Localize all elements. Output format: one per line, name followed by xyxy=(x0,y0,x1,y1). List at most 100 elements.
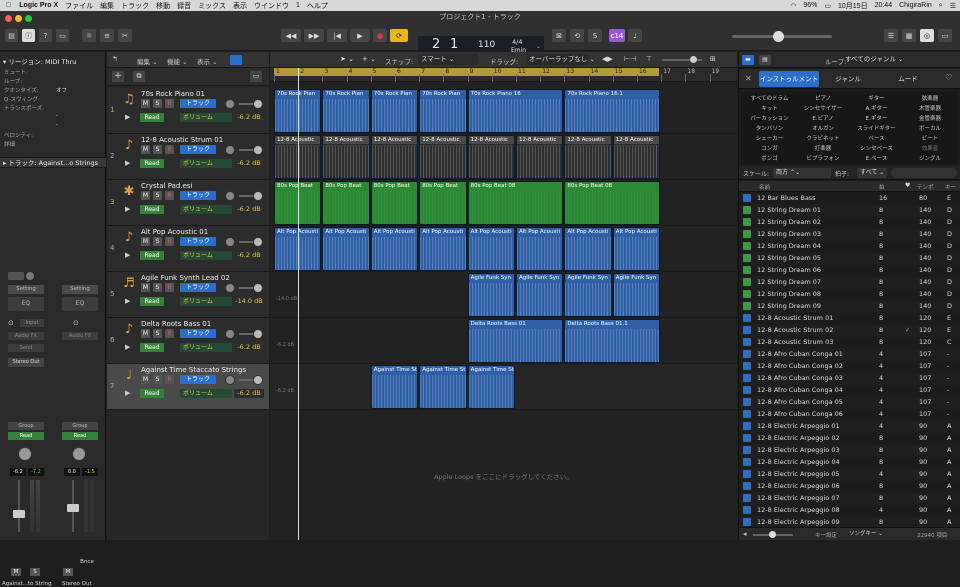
track-header[interactable]: 3 ✱ Crystal Pad.esi M S R トラック ▶ Read ボリューム -6.2 d… xyxy=(107,180,269,226)
loop-item[interactable]: 12-8 Electric Arpeggio 05 4 90 A xyxy=(739,469,960,481)
category-button[interactable]: 弦楽器 xyxy=(904,94,957,102)
inspector-param-row[interactable]: - xyxy=(4,113,104,122)
playhead[interactable] xyxy=(298,68,299,540)
audio-region[interactable]: Alt Pop Acousti xyxy=(370,227,419,271)
automation-parameter[interactable]: ボリューム xyxy=(180,205,232,214)
count-in-button[interactable]: c14 xyxy=(609,29,625,42)
track-header[interactable]: 6 ♪ Delta Roots Bass 01 M S R トラック ▶ Read ボリューム -6… xyxy=(107,318,269,364)
minimize-window-button[interactable] xyxy=(15,15,22,22)
audio-region[interactable]: 12-8 Acoustic xyxy=(516,135,564,179)
view-menu[interactable]: 表示 ⌄ xyxy=(197,56,218,66)
strip1-automation-read[interactable]: Read xyxy=(8,432,44,440)
loop-view-button-a[interactable]: ▬ xyxy=(742,55,754,65)
audio-region[interactable]: 12-8 Acoustic xyxy=(419,135,467,179)
track-pan-knob[interactable] xyxy=(225,329,235,339)
inspector-param-row[interactable]: トランスポーズ: xyxy=(4,104,104,113)
record-enable-button[interactable]: R xyxy=(165,283,174,292)
audio-region[interactable]: 70s Rock Pian xyxy=(322,89,370,133)
inspector-param-row[interactable]: Q-スウィング: xyxy=(4,95,104,104)
automation-read[interactable]: Read xyxy=(140,343,164,352)
category-button[interactable]: シンセサイザー xyxy=(797,104,850,112)
category-button[interactable]: ベース xyxy=(850,134,903,142)
automation-read[interactable]: Read xyxy=(140,389,164,398)
solo-button[interactable]: S xyxy=(153,329,162,338)
strip1-link-icon[interactable]: ⊙ xyxy=(8,319,18,327)
spotlight-icon[interactable]: ⌕ xyxy=(939,2,943,10)
category-button[interactable]: E.ピアノ xyxy=(797,114,850,122)
menubar-user[interactable]: ChigiraRin xyxy=(899,2,932,9)
solo-button[interactable]: S xyxy=(588,29,602,42)
audio-region[interactable]: Delta Roots Bass 01.1 xyxy=(564,319,661,363)
menu-help[interactable]: ヘルプ xyxy=(307,1,328,11)
zoom-window-button[interactable] xyxy=(25,15,32,22)
inspector-param-row[interactable]: 詳細 xyxy=(4,140,104,149)
automation-parameter[interactable]: ボリューム xyxy=(180,159,232,168)
audio-region[interactable]: Alt Pop Acousti xyxy=(564,227,612,271)
snap-dropdown[interactable]: スマート ⌄ xyxy=(418,54,478,65)
track-name[interactable]: Delta Roots Bass 01 xyxy=(141,320,211,328)
automation-parameter[interactable]: ボリューム xyxy=(180,389,232,398)
strip1-knob[interactable] xyxy=(26,272,34,280)
mute-button[interactable]: M xyxy=(141,237,150,246)
audio-region[interactable]: 12-8 Acoustic xyxy=(612,135,661,179)
loop-item[interactable]: 12-8 Acoustic Strum 02 8 ✓ 120 E xyxy=(739,325,960,337)
inspector-button[interactable]: ⓘ xyxy=(22,29,35,42)
automation-parameter[interactable]: ボリューム xyxy=(180,251,232,260)
solo-button[interactable]: S xyxy=(153,237,162,246)
battery-icon[interactable]: ▭ xyxy=(824,2,831,10)
region-header[interactable]: ▾ リージョン: MIDI Thru xyxy=(3,56,76,66)
tuner-button[interactable]: ⊠ xyxy=(552,29,566,42)
audio-region[interactable]: Against Time Sta xyxy=(467,365,515,409)
strip1-setting-button[interactable]: Setting xyxy=(8,285,44,294)
mute-button[interactable]: M xyxy=(141,329,150,338)
duplicate-track-button[interactable]: ⧉ xyxy=(133,71,145,82)
loop-item[interactable]: 12-8 Electric Arpeggio 02 8 90 A xyxy=(739,433,960,445)
strip2-audio-fx-slot[interactable]: Audio FX xyxy=(62,332,98,340)
category-button[interactable]: 金管楽器 xyxy=(904,114,957,122)
audio-region[interactable]: Alt Pop Acousti xyxy=(467,227,515,271)
loop-item[interactable]: 12-8 Acoustic Strum 01 8 120 E xyxy=(739,313,960,325)
menu-navigate[interactable]: 移動 xyxy=(156,1,170,11)
audio-region[interactable]: Against Time Sta xyxy=(370,365,419,409)
ruler[interactable]: 1 2 3 4 5 6 7 8 9 10 11 12 13 14 15 16 17 18 19 xyxy=(270,68,737,82)
master-volume-knob[interactable] xyxy=(773,31,784,42)
region-play-icon[interactable]: ▶ xyxy=(125,251,130,259)
mute-button[interactable]: M xyxy=(141,375,150,384)
tab-genre[interactable]: ジャンル xyxy=(823,71,873,87)
zoom-knob[interactable] xyxy=(690,56,697,63)
drag-dropdown[interactable]: オーバーラップなし ⌄ xyxy=(526,54,595,65)
audio-region[interactable]: 70s Rock Pian xyxy=(370,89,419,133)
loop-item[interactable]: 12-8 Electric Arpeggio 06 8 90 A xyxy=(739,481,960,493)
loop-item[interactable]: 12 String Dream 07 8 140 D xyxy=(739,277,960,289)
track-automation-mode[interactable]: トラック xyxy=(180,329,216,338)
align-icon[interactable]: ⊤ xyxy=(646,55,652,63)
audio-region[interactable]: Agile Funk Syn xyxy=(516,273,564,317)
wifi-icon[interactable]: ◠ xyxy=(790,2,796,10)
audio-region[interactable]: Delta Roots Bass 01 xyxy=(467,319,564,363)
col-beats[interactable]: 拍 xyxy=(879,183,885,191)
back-icon[interactable]: ↰ xyxy=(112,55,118,63)
menu-record[interactable]: 録音 xyxy=(177,1,191,11)
loop-browser-button[interactable]: ◎ xyxy=(920,29,934,42)
scale-dropdown[interactable]: 両方 ⌃⌄ xyxy=(773,168,831,178)
category-button[interactable]: A.ギター xyxy=(850,104,903,112)
track-pan-knob[interactable] xyxy=(225,375,235,385)
loop-item[interactable]: 12-8 Afro Cuban Conga 03 4 107 - xyxy=(739,373,960,385)
col-tempo[interactable]: テンポ xyxy=(917,183,934,191)
strip1-input-button[interactable]: Input xyxy=(20,319,44,327)
col-key[interactable]: キー xyxy=(945,183,956,191)
audio-region[interactable]: Alt Pop Acousti xyxy=(516,227,564,271)
track-automation-mode[interactable]: トラック xyxy=(180,237,216,246)
category-button[interactable]: パーカッション xyxy=(743,114,796,122)
mute-button[interactable]: M xyxy=(141,99,150,108)
menu-mix[interactable]: ミックス xyxy=(198,1,226,11)
audio-region[interactable]: Against Time Sta xyxy=(419,365,467,409)
category-button[interactable]: コンガ xyxy=(743,144,796,152)
inspector-param-row[interactable]: ベロシティ: xyxy=(4,131,104,140)
automation-read[interactable]: Read xyxy=(140,113,164,122)
strip1-solo[interactable]: S xyxy=(30,568,40,576)
track-automation-mode[interactable]: トラック xyxy=(180,99,216,108)
strip2-group-button[interactable]: Group xyxy=(62,422,98,430)
track-name[interactable]: 12-8 Acoustic Strum 01 xyxy=(141,136,223,144)
strip1-mute[interactable]: M xyxy=(11,568,21,576)
